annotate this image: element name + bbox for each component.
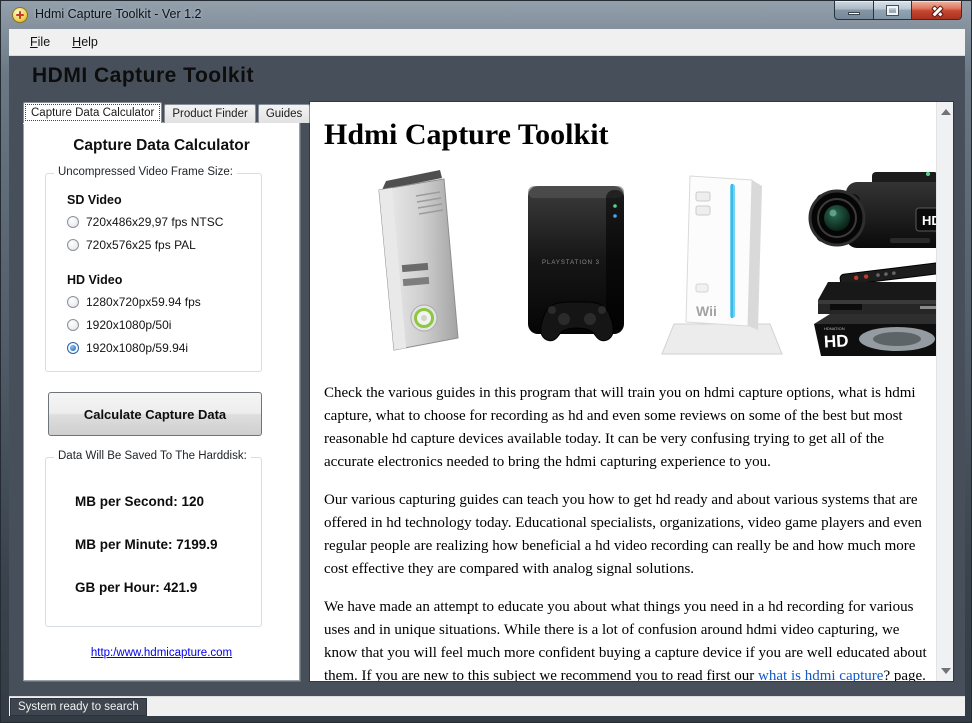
radio-icon[interactable] — [67, 342, 79, 354]
content-browser-panel: Hdmi Capture Toolkit PLAYSTATION 3 Wii H… — [309, 101, 954, 682]
radio-option-label: 1920x1080p/59.94i — [86, 341, 189, 355]
radio-option-ntsc[interactable]: 720x486x29,97 fps NTSC — [67, 215, 261, 229]
results-groupbox: Data Will Be Saved To The Harddisk: MB p… — [45, 450, 262, 627]
frame-size-groupbox: Uncompressed Video Frame Size: SD Video … — [45, 166, 262, 372]
tab-product-finder[interactable]: Product Finder — [164, 104, 256, 123]
result-gb-per-hour: GB per Hour: 421.9 — [75, 580, 261, 595]
window-controls — [834, 1, 962, 20]
calculator-panel: Capture Data Calculator Uncompressed Vid… — [23, 122, 300, 681]
result-mb-per-minute: MB per Minute: 7199.9 — [75, 537, 261, 552]
radio-option-label: 1920x1080p/50i — [86, 318, 172, 332]
tab-capture-data-calculator[interactable]: Capture Data Calculator — [23, 102, 163, 123]
radio-icon[interactable] — [67, 216, 79, 228]
radio-option-1080p50i[interactable]: 1920x1080p/50i — [67, 318, 261, 332]
app-window: Hdmi Capture Toolkit - Ver 1.2 File Help… — [0, 0, 972, 723]
maximize-icon — [887, 5, 898, 15]
results-group-title: Data Will Be Saved To The Harddisk: — [54, 450, 251, 462]
radio-option-1080p59i[interactable]: 1920x1080p/59.94i — [67, 341, 261, 355]
minimize-icon — [848, 11, 860, 15]
minimize-button[interactable] — [834, 1, 874, 20]
status-bar: System ready to search — [9, 696, 965, 716]
article: Hdmi Capture Toolkit PLAYSTATION 3 Wii H… — [310, 102, 953, 682]
frame-size-group-title: Uncompressed Video Frame Size: — [54, 166, 237, 178]
close-button[interactable] — [912, 1, 962, 20]
window-title: Hdmi Capture Toolkit - Ver 1.2 — [35, 7, 202, 21]
console-images-row: PLAYSTATION 3 Wii HD HD HDNATION — [324, 162, 953, 358]
page-title: HDMI Capture Toolkit — [32, 64, 254, 87]
sony-hd-camcorder-and-receiver-image: SONY HD HANDYCAM — [800, 162, 953, 358]
close-icon — [930, 4, 943, 17]
result-value: 421.9 — [163, 580, 198, 595]
svg-text:HD: HD — [823, 331, 849, 351]
xbox-360-console-image — [324, 166, 502, 358]
what-is-hdmi-capture-link[interactable]: what is hdmi capture — [758, 668, 883, 681]
radio-option-label: 1280x720px59.94 fps — [86, 295, 201, 309]
result-mb-per-second: MB per Second: 120 — [75, 494, 261, 509]
article-paragraph-3: We have made an attempt to educate you a… — [324, 596, 928, 682]
tab-strip: Capture Data Calculator Product Finder G… — [23, 102, 312, 123]
radio-option-720p[interactable]: 1280x720px59.94 fps — [67, 295, 261, 309]
hd-video-label: HD Video — [67, 273, 123, 287]
result-label: GB per Hour: — [75, 580, 160, 595]
menu-item-help[interactable]: Help — [61, 31, 109, 53]
paragraph-3-text-after: ? page. — [883, 668, 926, 682]
maximize-button[interactable] — [874, 1, 912, 20]
playstation-3-console-image: PLAYSTATION 3 — [502, 166, 652, 358]
scroll-down-arrow-icon[interactable] — [941, 668, 951, 674]
client-area: HDMI Capture Toolkit Capture Data Calcul… — [9, 56, 965, 696]
result-label: MB per Minute: — [75, 537, 173, 552]
radio-option-pal[interactable]: 720x576x25 fps PAL — [67, 238, 261, 252]
article-heading: Hdmi Capture Toolkit — [324, 118, 609, 151]
result-value: 120 — [181, 494, 205, 509]
article-paragraph-1: Check the various guides in this program… — [324, 385, 916, 470]
nintendo-wii-console-image: Wii — [652, 166, 800, 358]
menu-item-file[interactable]: File — [19, 31, 61, 53]
vertical-scrollbar[interactable] — [936, 102, 953, 681]
svg-text:HDNATION: HDNATION — [824, 326, 845, 331]
svg-text:PLAYSTATION 3: PLAYSTATION 3 — [542, 260, 600, 266]
radio-icon[interactable] — [67, 296, 79, 308]
status-message: System ready to search — [10, 698, 147, 716]
result-label: MB per Second: — [75, 494, 178, 509]
calculator-heading: Capture Data Calculator — [73, 137, 250, 154]
radio-option-label: 720x576x25 fps PAL — [86, 238, 196, 252]
menu-bar: File Help — [9, 29, 965, 56]
radio-icon[interactable] — [67, 239, 79, 251]
svg-text:Wii: Wii — [696, 303, 717, 319]
radio-icon[interactable] — [67, 319, 79, 331]
sd-video-label: SD Video — [67, 193, 122, 207]
article-paragraph-2: Our various capturing guides can teach y… — [324, 492, 922, 577]
hdmicapture-website-link[interactable]: http:/www.hdmicapture.com — [91, 647, 232, 659]
radio-option-label: 720x486x29,97 fps NTSC — [86, 215, 224, 229]
tab-guides[interactable]: Guides — [257, 104, 311, 123]
result-value: 7199.9 — [176, 537, 218, 552]
calculate-capture-data-button[interactable]: Calculate Capture Data — [48, 392, 262, 436]
scroll-up-arrow-icon[interactable] — [941, 109, 951, 115]
title-bar[interactable]: Hdmi Capture Toolkit - Ver 1.2 — [1, 1, 971, 29]
app-plus-icon — [12, 7, 28, 23]
